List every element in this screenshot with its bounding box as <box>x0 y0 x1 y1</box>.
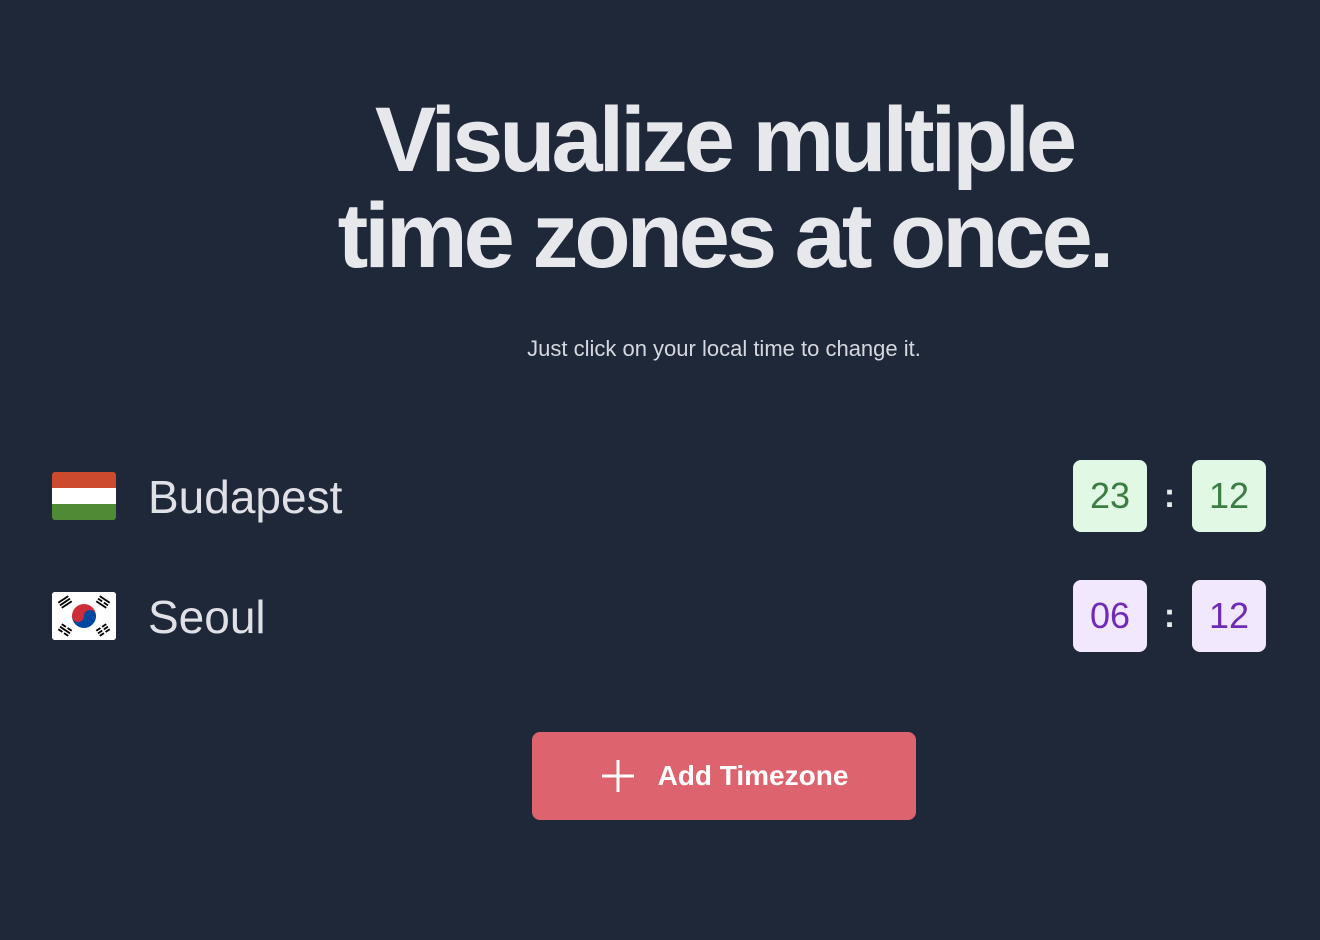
title-line-2: time zones at once. <box>337 185 1115 287</box>
time-display: 06 : 12 <box>1073 580 1266 652</box>
south-korea-flag-icon <box>52 592 116 640</box>
add-timezone-label: Add Timezone <box>657 760 849 791</box>
hungary-flag-icon <box>52 472 116 520</box>
time-separator: : <box>1163 597 1176 635</box>
plus-icon <box>600 758 636 794</box>
page: Visualize multiple time zones at once. J… <box>0 0 1320 940</box>
city-name: Seoul <box>148 591 266 643</box>
page-title: Visualize multiple time zones at once. <box>0 92 1320 284</box>
time-separator: : <box>1163 477 1176 515</box>
add-timezone-button[interactable]: Add Timezone <box>532 732 916 820</box>
hours-box[interactable]: 06 <box>1073 580 1147 652</box>
subtitle: Just click on your local time to change … <box>527 336 921 361</box>
hours-box[interactable]: 23 <box>1073 460 1147 532</box>
minutes-box[interactable]: 12 <box>1192 580 1266 652</box>
time-display: 23 : 12 <box>1073 460 1266 532</box>
minutes-box[interactable]: 12 <box>1192 460 1266 532</box>
city-name: Budapest <box>148 471 343 523</box>
timezone-row: Seoul 06 : 12 <box>52 580 1266 652</box>
title-line-1: Visualize multiple <box>374 89 1077 191</box>
timezone-row: Budapest 23 : 12 <box>52 460 1266 532</box>
